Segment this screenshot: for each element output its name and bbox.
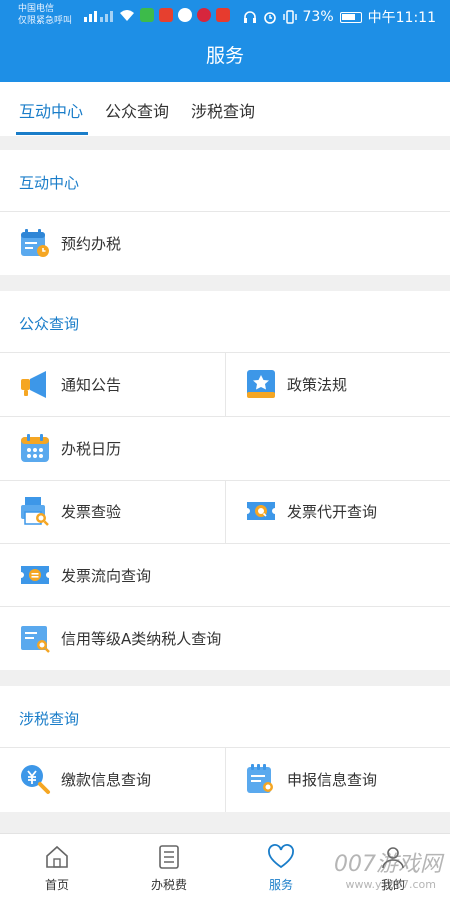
nav-service[interactable]: 服务	[241, 844, 321, 893]
menu-item-credit-a-query[interactable]: 信用等级A类纳税人查询	[19, 622, 221, 654]
section-public-query: 公众查询 通知公告 政策法规 办税日历 发票查验 发票代开查询 发票流向查询 信…	[0, 291, 450, 670]
menu-item-label: 缴款信息查询	[61, 770, 152, 789]
divider	[0, 211, 450, 212]
menu-item-payment-query[interactable]: 缴款信息查询	[19, 763, 151, 795]
menu-item-label: 发票查验	[61, 502, 122, 521]
menu-item-label: 发票代开查询	[287, 502, 378, 521]
section-interaction-center: 互动中心 预约办税	[0, 150, 450, 275]
tab-bar: 互动中心 公众查询 涉税查询	[0, 82, 450, 136]
signal-icon	[84, 11, 113, 22]
nav-tax-payment[interactable]: 办税费	[129, 844, 209, 893]
home-icon	[46, 845, 68, 868]
policy-book-icon	[247, 370, 275, 398]
column-divider	[225, 747, 226, 812]
active-tab-indicator	[16, 132, 88, 135]
clock: 中午11:11	[367, 10, 436, 26]
menu-item-tax-calendar[interactable]: 办税日历	[19, 432, 121, 464]
battery-icon	[339, 11, 362, 23]
nav-home[interactable]: 首页	[17, 844, 97, 893]
carrier-status: 仅限紧急呼叫	[18, 16, 73, 26]
message-icon	[178, 8, 192, 22]
menu-item-label: 预约办税	[61, 234, 122, 253]
app-notification-icon	[197, 8, 211, 22]
wifi-icon	[120, 10, 134, 21]
divider	[0, 416, 450, 417]
menu-item-label: 发票流向查询	[61, 566, 152, 585]
ticket-icon	[21, 566, 49, 584]
section-title: 互动中心	[19, 174, 80, 192]
menu-item-label: 信用等级A类纳税人查询	[61, 629, 222, 648]
ticket-search-icon	[247, 502, 275, 520]
nav-label: 首页	[44, 878, 69, 892]
declaration-search-icon	[247, 764, 273, 793]
app-notification-icon	[140, 8, 154, 22]
tab-public-query[interactable]: 公众查询	[105, 98, 169, 122]
status-icons	[84, 8, 230, 22]
payment-search-icon	[21, 765, 50, 794]
heart-icon	[268, 844, 294, 869]
nav-label: 服务	[268, 878, 293, 892]
carrier-info: 中国电信 仅限紧急呼叫	[18, 3, 72, 27]
menu-item-notice[interactable]: 通知公告	[19, 368, 121, 400]
status-right: 73% 中午11:11	[243, 7, 436, 27]
menu-item-appointment[interactable]: 预约办税	[19, 227, 121, 259]
section-title: 公众查询	[19, 315, 80, 333]
calendar-icon	[21, 434, 49, 462]
divider	[0, 606, 450, 607]
menu-item-invoice-flow-query[interactable]: 发票流向查询	[19, 559, 151, 591]
page-title: 服务	[0, 32, 450, 82]
app-notification-icon	[159, 8, 173, 22]
section-title: 涉税查询	[19, 710, 80, 728]
tab-tax-query[interactable]: 涉税查询	[191, 98, 255, 122]
credit-search-icon	[21, 626, 50, 653]
nav-label: 办税费	[150, 878, 187, 892]
app-notification-icon	[216, 8, 230, 22]
menu-item-label: 申报信息查询	[287, 770, 378, 789]
menu-item-label: 政策法规	[287, 375, 348, 394]
watermark: 007游戏网	[334, 852, 442, 877]
column-divider	[225, 352, 226, 416]
menu-item-policy[interactable]: 政策法规	[245, 368, 347, 400]
menu-item-invoice-issue-query[interactable]: 发票代开查询	[245, 495, 377, 527]
list-icon	[159, 845, 179, 869]
carrier-name: 中国电信	[18, 4, 55, 14]
calendar-clock-icon	[21, 229, 49, 257]
tab-interaction-center[interactable]: 互动中心	[19, 98, 83, 122]
menu-item-label: 办税日历	[61, 439, 122, 458]
section-tax-query: 涉税查询 缴款信息查询 申报信息查询	[0, 686, 450, 812]
status-bar: 中国电信 仅限紧急呼叫 73% 中午11:11	[0, 0, 450, 32]
menu-item-invoice-verify[interactable]: 发票查验	[19, 495, 121, 527]
battery-percent: 73%	[302, 9, 334, 25]
megaphone-icon	[21, 371, 46, 398]
column-divider	[225, 480, 226, 543]
watermark-url: www.yx007.com	[345, 878, 436, 891]
menu-item-label: 通知公告	[61, 375, 122, 394]
alarm-icon	[263, 12, 276, 24]
headset-icon	[243, 11, 256, 23]
menu-item-declaration-query[interactable]: 申报信息查询	[245, 763, 377, 795]
divider	[0, 543, 450, 544]
invoice-check-icon	[21, 497, 49, 526]
vibrate-icon	[282, 10, 297, 24]
